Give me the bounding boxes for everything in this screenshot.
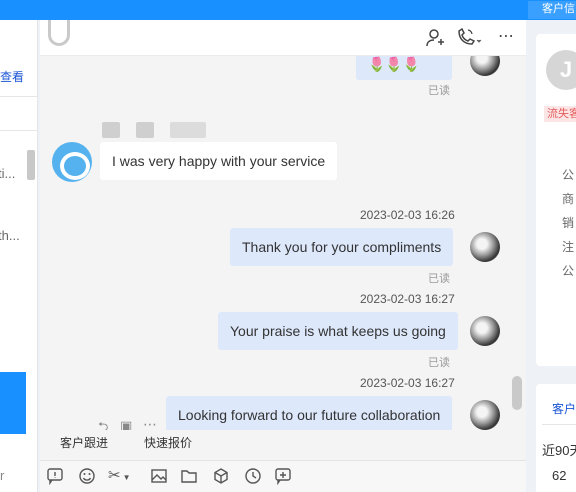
customer-info-tab[interactable]: 客户信 [528,1,576,19]
info-label: 注 [562,240,575,254]
history-icon[interactable] [244,467,262,485]
conversation-item-preview[interactable]: ti... [0,166,15,181]
divider [542,424,576,425]
add-user-icon[interactable] [426,28,444,48]
top-bar: 客户信 [0,0,576,20]
message-text: Thank you for your compliments [242,239,442,255]
message-bubble-outgoing[interactable]: 🌷🌷🌷 [356,56,452,80]
message-list: 🌷🌷🌷 已读 I was very happy with your servic… [40,56,526,436]
conversation-list-panel: 查看 ti... th... r [0,20,38,492]
message-text: I was very happy with your service [112,153,326,169]
message-text: Looking forward to our future collaborat… [178,407,441,423]
view-link[interactable]: 查看 [0,68,24,85]
customer-info-panel: J 流失客 公 商 销 注 公 客户 近90天 62 [528,20,576,492]
chat-scrollbar[interactable] [512,376,522,410]
quick-actions-bar: 客户跟进 快速报价 [40,430,526,456]
status-badge: 流失客 [544,106,576,122]
agent-avatar [470,400,500,430]
info-label: 销 [562,216,575,230]
agent-avatar [470,316,500,346]
selected-conversation-item[interactable] [0,372,26,434]
read-status: 已读 [428,273,450,285]
tab-customer[interactable]: 客户 [552,400,576,417]
divider [0,96,37,97]
list-scrollbar[interactable] [27,150,35,180]
stats-period-label: 近90天 [542,443,576,458]
quick-reply-icon[interactable] [46,467,64,486]
read-status: 已读 [428,357,450,369]
emoji-icon[interactable] [78,467,96,485]
message-text: 🌷🌷🌷 [368,56,421,72]
input-toolbar: ✂ ▼ [40,460,526,492]
customer-avatar[interactable] [52,142,92,182]
info-label: 商 [562,192,575,206]
sender-name-blurred [170,122,206,138]
message-bubble-outgoing[interactable]: Looking forward to our future collaborat… [166,396,453,434]
sender-name-blurred [102,122,120,138]
stats-value: 62 [552,468,567,483]
info-label: 公 [562,168,575,182]
agent-avatar [470,232,500,262]
message-text: Your praise is what keeps us going [230,323,446,339]
screenshot-icon[interactable] [274,467,292,486]
contact-avatar[interactable] [48,20,70,46]
message-timestamp: 2023-02-03 16:26 [360,208,455,222]
message-timestamp: 2023-02-03 16:27 [360,292,455,306]
message-bubble-outgoing[interactable]: Thank you for your compliments [230,228,454,266]
message-timestamp: 2023-02-03 16:27 [360,376,455,390]
more-icon[interactable]: ⋯ [498,26,515,46]
divider [0,130,37,131]
image-icon[interactable] [150,467,168,485]
chat-panel: ⋯ 🌷🌷🌷 已读 I was very happy with your serv… [40,20,526,492]
info-label: 公 [562,264,575,278]
message-bubble-outgoing[interactable]: Your praise is what keeps us going [218,312,458,350]
chat-header: ⋯ [40,20,526,56]
scissors-icon[interactable]: ✂ ▼ [108,467,138,485]
product-icon[interactable] [212,467,230,485]
quick-quote-button[interactable]: 快速报价 [144,434,192,451]
phone-icon[interactable] [456,27,482,48]
conversation-item-preview[interactable]: th... [0,228,20,243]
message-bubble-incoming[interactable]: I was very happy with your service [100,142,338,180]
read-status: 已读 [428,85,450,97]
folder-icon[interactable] [180,467,198,485]
conversation-item-preview[interactable]: r [0,468,4,483]
sender-name-blurred [136,122,154,138]
agent-avatar [470,56,500,76]
customer-followup-button[interactable]: 客户跟进 [60,434,108,451]
